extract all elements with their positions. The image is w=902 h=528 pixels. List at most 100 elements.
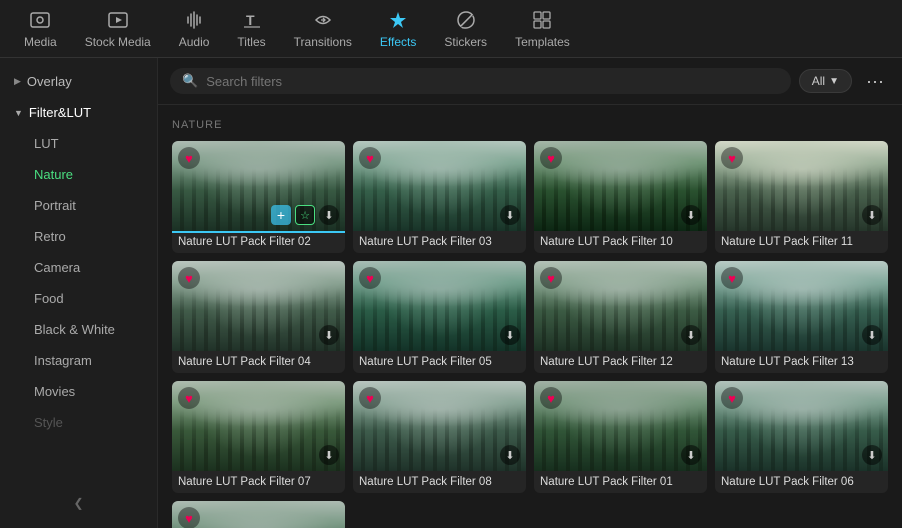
search-icon: 🔍 [182,73,198,89]
heart-icon-13[interactable]: ♥ [178,507,200,528]
filter-name-3: Nature LUT Pack Filter 10 [534,231,707,253]
heart-icon-1[interactable]: ♥ [178,147,200,169]
heart-icon-11[interactable]: ♥ [540,387,562,409]
heart-icon-4[interactable]: ♥ [721,147,743,169]
download-icon-11[interactable]: ⬇ [681,445,701,465]
filter-name-12: Nature LUT Pack Filter 06 [715,471,888,493]
filter-grid: ♥☆+⬇Nature LUT Pack Filter 02♥⬇Nature LU… [172,141,888,528]
filter-card-8[interactable]: ♥⬇Nature LUT Pack Filter 13 [715,261,888,373]
filter-name-7: Nature LUT Pack Filter 12 [534,351,707,373]
filter-name-4: Nature LUT Pack Filter 11 [715,231,888,253]
nav-titles[interactable]: T Titles [223,3,279,55]
filter-name-9: Nature LUT Pack Filter 07 [172,471,345,493]
filter-thumb-13: ♥⬇ [172,501,345,528]
sidebar-item-portrait[interactable]: Portrait [6,191,151,220]
effects-icon [387,9,409,31]
heart-icon-7[interactable]: ♥ [540,267,562,289]
filter-card-3[interactable]: ♥⬇Nature LUT Pack Filter 10 [534,141,707,253]
filter-thumb-3: ♥⬇ [534,141,707,231]
heart-icon-2[interactable]: ♥ [359,147,381,169]
heart-icon-5[interactable]: ♥ [178,267,200,289]
filter-name-8: Nature LUT Pack Filter 13 [715,351,888,373]
download-icon-10[interactable]: ⬇ [500,445,520,465]
filter-thumb-4: ♥⬇ [715,141,888,231]
transitions-icon [312,9,334,31]
filter-card-4[interactable]: ♥⬇Nature LUT Pack Filter 11 [715,141,888,253]
filter-card-13[interactable]: ♥⬇Nature LUT Pack Filter 09 [172,501,345,528]
more-options-button[interactable]: ··· [860,69,890,94]
download-icon-4[interactable]: ⬇ [862,205,882,225]
heart-icon-10[interactable]: ♥ [359,387,381,409]
filter-thumb-12: ♥⬇ [715,381,888,471]
sidebar-item-movies[interactable]: Movies [6,377,151,406]
sidebar-item-instagram[interactable]: Instagram [6,346,151,375]
sidebar-item-black-white[interactable]: Black & White [6,315,151,344]
templates-icon [531,9,553,31]
filter-thumb-6: ♥⬇ [353,261,526,351]
main-body: ▶ Overlay ▼ Filter&LUT LUT Nature Portra… [0,58,902,528]
heart-icon-3[interactable]: ♥ [540,147,562,169]
filter-card-10[interactable]: ♥⬇Nature LUT Pack Filter 08 [353,381,526,493]
search-bar: 🔍 All ▼ ··· [158,58,902,105]
sidebar-filter-lut-group[interactable]: ▼ Filter&LUT [0,97,157,128]
filter-card-6[interactable]: ♥⬇Nature LUT Pack Filter 05 [353,261,526,373]
heart-icon-6[interactable]: ♥ [359,267,381,289]
download-icon-9[interactable]: ⬇ [319,445,339,465]
sidebar-overlay-group[interactable]: ▶ Overlay [0,66,157,97]
download-icon-1[interactable]: ⬇ [319,205,339,225]
filter-chevron-icon: ▼ [829,76,839,87]
stickers-icon [455,9,477,31]
filter-card-11[interactable]: ♥⬇Nature LUT Pack Filter 01 [534,381,707,493]
download-icon-8[interactable]: ⬇ [862,325,882,345]
download-icon-5[interactable]: ⬇ [319,325,339,345]
nav-templates[interactable]: Templates [501,3,584,55]
filter-card-5[interactable]: ♥⬇Nature LUT Pack Filter 04 [172,261,345,373]
filter-all-button[interactable]: All ▼ [799,69,852,93]
filter-card-7[interactable]: ♥ ⬇ Nature LUT Pack Filter 12 [534,261,707,373]
download-icon-2[interactable]: ⬇ [500,205,520,225]
filter-card-12[interactable]: ♥⬇Nature LUT Pack Filter 06 [715,381,888,493]
nav-transitions[interactable]: Transitions [280,3,366,55]
heart-icon-12[interactable]: ♥ [721,387,743,409]
media-icon [29,9,51,31]
nav-effects[interactable]: Effects [366,3,430,55]
sidebar-item-food[interactable]: Food [6,284,151,313]
sidebar-item-retro[interactable]: Retro [6,222,151,251]
sidebar-collapse-button[interactable]: ❮ [0,486,157,520]
filter-thumb-5: ♥⬇ [172,261,345,351]
nav-stock-media[interactable]: Stock Media [71,3,165,55]
download-icon-12[interactable]: ⬇ [862,445,882,465]
plus-icon-1[interactable]: + [271,205,291,225]
sidebar-item-camera[interactable]: Camera [6,253,151,282]
download-icon-7[interactable]: ⬇ [681,325,701,345]
filter-name-5: Nature LUT Pack Filter 04 [172,351,345,373]
audio-icon [183,9,205,31]
titles-icon: T [241,9,263,31]
heart-icon-9[interactable]: ♥ [178,387,200,409]
filter-card-1[interactable]: ♥ ☆+ ⬇ Nature LUT Pack Filter 02 [172,141,345,253]
nav-audio[interactable]: Audio [165,3,224,55]
filter-card-9[interactable]: ♥⬇Nature LUT Pack Filter 07 [172,381,345,493]
sidebar-item-nature[interactable]: Nature [6,160,151,189]
download-icon-6[interactable]: ⬇ [500,325,520,345]
filter-name-10: Nature LUT Pack Filter 08 [353,471,526,493]
filter-thumb-8: ♥⬇ [715,261,888,351]
content-area: 🔍 All ▼ ··· NATURE ♥☆+⬇Nature LUT Pack F… [158,58,902,528]
chevron-right-icon: ▶ [14,76,21,87]
search-input-wrapper[interactable]: 🔍 [170,68,791,94]
filter-name-2: Nature LUT Pack Filter 03 [353,231,526,253]
search-input[interactable] [206,74,779,89]
nav-stickers[interactable]: Stickers [430,3,501,55]
sidebar-item-lut[interactable]: LUT [6,129,151,158]
filter-thumb-10: ♥⬇ [353,381,526,471]
filter-thumb-11: ♥⬇ [534,381,707,471]
download-icon-3[interactable]: ⬇ [681,205,701,225]
sidebar-item-style[interactable]: Style [6,408,151,437]
nav-media[interactable]: Media [10,3,71,55]
filter-card-2[interactable]: ♥ ⬇ Nature LUT Pack Filter 03 [353,141,526,253]
filter-thumb-9: ♥⬇ [172,381,345,471]
star-icon-1[interactable]: ☆ [295,205,315,225]
heart-icon-8[interactable]: ♥ [721,267,743,289]
filter-name-1: Nature LUT Pack Filter 02 [172,231,345,253]
chevron-down-icon: ▼ [14,108,23,118]
